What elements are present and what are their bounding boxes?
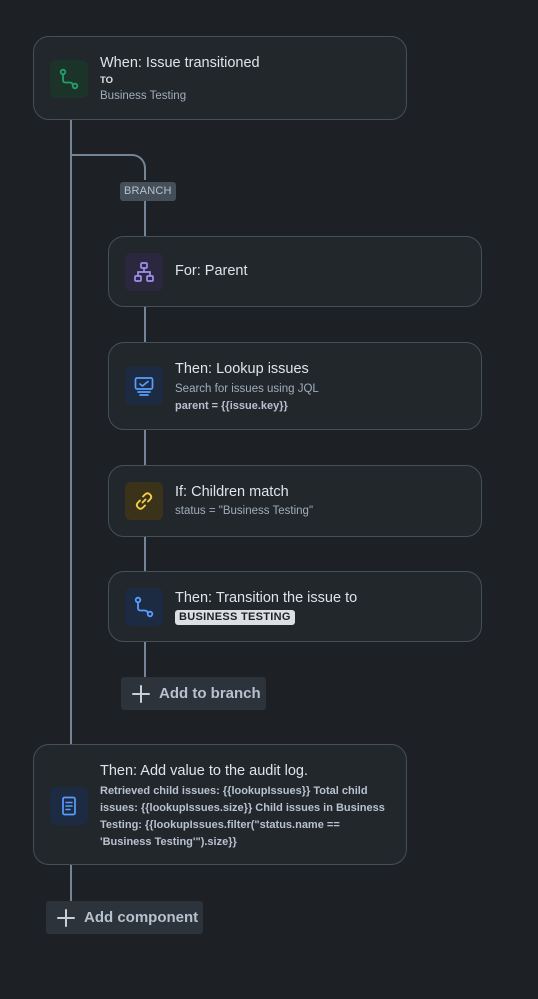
branch-connector-curve [70,154,146,180]
audit-log-line: issues: {{lookupIssues.size}} Child issu… [100,802,385,814]
transition-icon [125,588,163,626]
branch-badge: BRANCH [120,182,176,201]
audit-log-line: Retrieved child issues: {{lookupIssues}}… [100,785,368,797]
children-match-title: If: Children match [175,484,289,500]
children-match-condition: status = "Business Testing" [175,505,314,517]
lookup-title: Then: Lookup issues [175,361,309,377]
monitor-icon [125,367,163,405]
trigger-to-label: TO [100,75,114,86]
branch-connector [144,536,146,572]
rule-canvas: When: Issue transitioned TO Business Tes… [0,0,538,999]
add-component-button[interactable]: Add component [46,901,203,934]
add-to-branch-button[interactable]: Add to branch [121,677,266,710]
lookup-query: parent = {{issue.key}} [175,400,288,412]
branch-connector [144,429,146,466]
audit-log-title: Then: Add value to the audit log. [100,763,308,779]
plus-icon [131,684,151,704]
for-parent-card[interactable]: For: Parent [108,236,482,307]
audit-log-line: Testing: {{lookupIssues.filter("status.n… [100,819,340,831]
add-component-label: Add component [84,909,199,926]
for-parent-title: For: Parent [175,263,248,279]
trigger-to-value: Business Testing [100,90,187,102]
branch-connector [144,201,146,237]
document-icon [50,787,88,825]
lookup-subtitle: Search for issues using JQL [175,383,319,395]
link-icon [125,482,163,520]
transition-issue-card[interactable]: Then: Transition the issue to BUSINESS T… [108,571,482,642]
add-to-branch-label: Add to branch [159,685,261,702]
transition-issue-title: Then: Transition the issue to [175,590,358,606]
status-lozenge: BUSINESS TESTING [175,610,295,625]
audit-log-card[interactable]: Then: Add value to the audit log. Retrie… [33,744,407,865]
plus-icon [56,908,76,928]
trigger-card[interactable]: When: Issue transitioned TO Business Tes… [33,36,407,120]
hierarchy-icon [125,253,163,291]
main-connector-bottom [70,864,72,902]
transition-icon [50,60,88,98]
audit-log-line: 'Business Testing'").size}} [100,836,237,848]
children-match-card[interactable]: If: Children match status = "Business Te… [108,465,482,537]
main-connector [70,119,72,745]
branch-connector [144,306,146,343]
trigger-title: When: Issue transitioned [100,55,260,71]
branch-connector [144,641,146,678]
lookup-issues-card[interactable]: Then: Lookup issues Search for issues us… [108,342,482,430]
